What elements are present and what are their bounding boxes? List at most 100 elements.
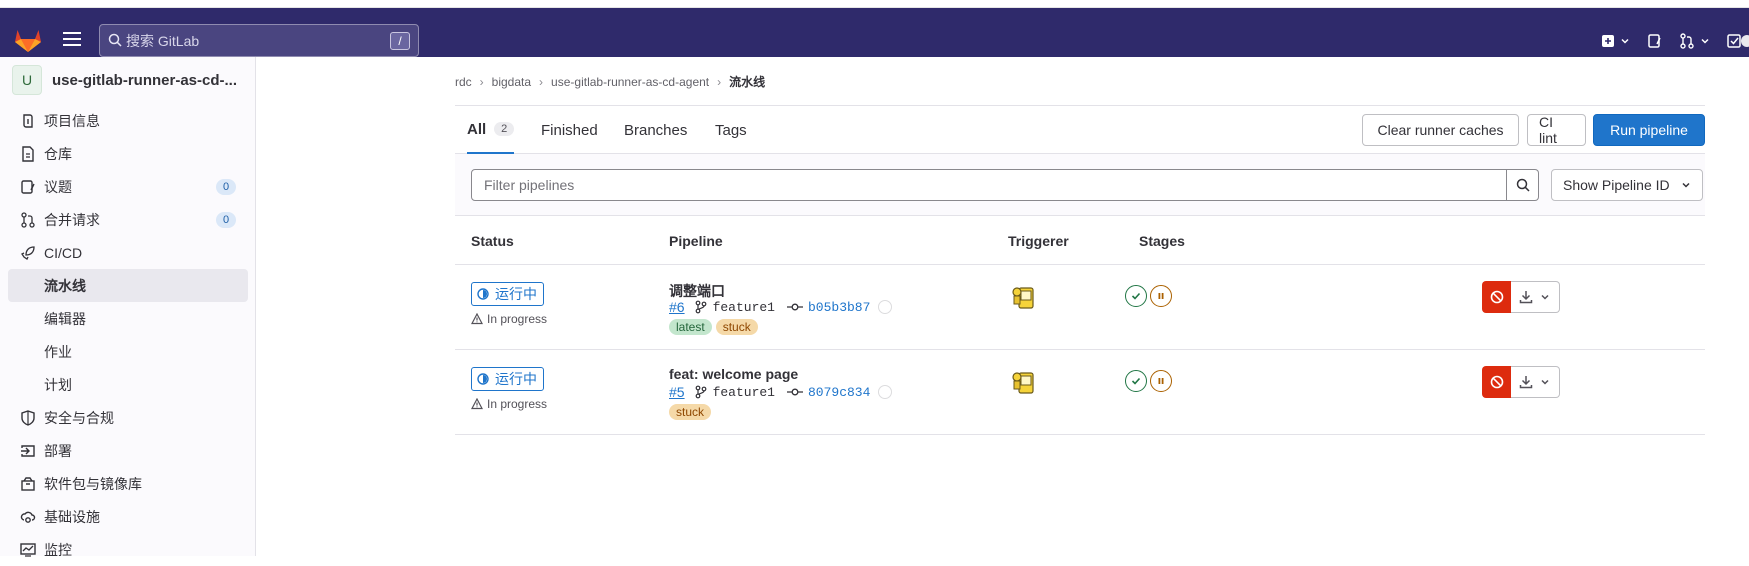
status-running-icon — [477, 373, 489, 385]
chevron-right-icon: › — [539, 74, 544, 89]
merge-requests-count-badge: 0 — [216, 212, 236, 228]
stage-passed-icon[interactable] — [1125, 285, 1147, 307]
breadcrumb-item-subgroup[interactable]: bigdata — [492, 75, 531, 89]
in-progress-text: In progress — [471, 397, 547, 411]
sidebar-item-cicd[interactable]: CI/CD — [8, 236, 248, 269]
column-header-triggerer: Triggerer — [1008, 233, 1069, 249]
menu-icon[interactable] — [63, 32, 81, 46]
clear-runner-caches-button[interactable]: Clear runner caches — [1362, 114, 1519, 146]
breadcrumb-item-group[interactable]: rdc — [455, 75, 472, 89]
sidebar-item-label: 流水线 — [44, 277, 86, 294]
branch-name: feature1 — [712, 384, 775, 400]
search-shortcut: / — [390, 32, 410, 50]
download-artifacts-dropdown[interactable] — [1511, 281, 1560, 313]
package-icon — [20, 476, 36, 492]
sidebar-item-label: 监控 — [44, 541, 72, 558]
sidebar-item-schedules[interactable]: 计划 — [8, 368, 248, 401]
status-badge[interactable]: 运行中 — [471, 282, 544, 306]
stage-paused-icon[interactable] — [1150, 370, 1172, 392]
top-navbar: 搜索 GitLab / — [0, 8, 1749, 57]
run-pipeline-button[interactable]: Run pipeline — [1593, 114, 1705, 146]
sidebar-item-monitor[interactable]: 监控 — [8, 533, 248, 566]
tab-label: All — [467, 120, 487, 138]
new-dropdown-button[interactable] — [1601, 34, 1631, 48]
table-row: 运行中 In progress 调整端口 #6 feature1 b05b3b8… — [455, 266, 1705, 350]
sidebar-item-label: CI/CD — [44, 244, 83, 261]
ci-lint-button[interactable]: CI lint — [1527, 114, 1586, 146]
tab-tags[interactable]: Tags — [715, 106, 747, 154]
chevron-down-icon — [1541, 294, 1549, 300]
commit-sha[interactable]: b05b3b87 — [787, 299, 893, 315]
pipeline-labels: stuck — [669, 404, 715, 420]
commit-sha[interactable]: 8079c834 — [787, 385, 893, 400]
sidebar-item-editor[interactable]: 编辑器 — [8, 302, 248, 335]
sidebar-item-label: 软件包与镜像库 — [44, 475, 142, 492]
label-stuck: stuck — [669, 404, 712, 420]
pipeline-meta: #6 feature1 b05b3b87 — [669, 299, 893, 315]
document-icon — [20, 145, 36, 162]
sidebar-item-label: 安全与合规 — [44, 409, 114, 426]
breadcrumb: rdc › bigdata › use-gitlab-runner-as-cd-… — [455, 73, 765, 90]
show-pipeline-id-label: Show Pipeline ID — [1563, 177, 1670, 193]
pipeline-commit-title[interactable]: 调整端口 — [669, 281, 725, 301]
search-input[interactable]: 搜索 GitLab / — [99, 24, 419, 57]
sidebar-item-pipelines[interactable]: 流水线 — [8, 269, 248, 302]
sidebar-item-repository[interactable]: 仓库 — [8, 137, 248, 170]
issues-count-badge: 0 — [216, 179, 236, 195]
branch-name: feature1 — [712, 299, 775, 315]
sidebar-item-infrastructure[interactable]: 基础设施 — [8, 500, 248, 533]
search-icon — [1516, 178, 1530, 192]
breadcrumb-item-current[interactable]: 流水线 — [729, 73, 765, 90]
pipeline-meta: #5 feature1 8079c834 — [669, 384, 893, 400]
project-header[interactable]: U use-gitlab-runner-as-cd-... — [12, 65, 237, 95]
label-stuck: stuck — [715, 319, 758, 335]
pipeline-id-link[interactable]: #6 — [669, 299, 685, 315]
pipeline-commit-title[interactable]: feat: welcome page — [669, 366, 798, 382]
triggerer-avatar[interactable] — [1010, 282, 1040, 312]
tab-branches[interactable]: Branches — [624, 106, 687, 154]
sidebar-item-project-info[interactable]: 项目信息 — [8, 104, 248, 137]
branch-ref[interactable]: feature1 — [695, 385, 775, 400]
pipeline-stages — [1125, 370, 1175, 392]
left-sidebar: U use-gitlab-runner-as-cd-... 项目信息 仓库 议题… — [0, 57, 256, 558]
sidebar-item-merge-requests[interactable]: 合并请求 0 — [8, 203, 248, 236]
download-artifacts-dropdown[interactable] — [1511, 366, 1560, 398]
stage-passed-icon[interactable] — [1125, 370, 1147, 392]
sidebar-item-jobs[interactable]: 作业 — [8, 335, 248, 368]
chevron-down-icon — [1682, 182, 1690, 188]
filter-search-button[interactable] — [1507, 169, 1539, 201]
branch-icon — [695, 385, 706, 399]
todos-button[interactable] — [1727, 33, 1749, 49]
issues-shortcut-button[interactable] — [1647, 33, 1663, 49]
chevron-down-icon — [1621, 38, 1629, 44]
show-pipeline-id-dropdown[interactable]: Show Pipeline ID — [1551, 169, 1703, 201]
stage-paused-icon[interactable] — [1150, 285, 1172, 307]
tab-finished[interactable]: Finished — [541, 106, 598, 154]
status-badge[interactable]: 运行中 — [471, 367, 544, 391]
merge-requests-button[interactable] — [1679, 32, 1711, 49]
sidebar-item-packages[interactable]: 软件包与镜像库 — [8, 467, 248, 500]
pipeline-id-link[interactable]: #5 — [669, 384, 685, 400]
pipeline-actions — [1482, 366, 1560, 398]
warning-icon — [471, 313, 483, 325]
sidebar-item-label: 基础设施 — [44, 508, 100, 525]
copy-sha-icon[interactable] — [878, 300, 893, 314]
sidebar-item-issues[interactable]: 议题 0 — [8, 170, 248, 203]
tab-all[interactable]: All 2 — [467, 106, 515, 154]
plus-square-icon — [1602, 34, 1614, 47]
gitlab-logo-icon[interactable] — [14, 27, 42, 53]
copy-sha-icon[interactable] — [878, 385, 893, 399]
breadcrumb-item-project[interactable]: use-gitlab-runner-as-cd-agent — [551, 75, 709, 89]
filter-pipelines-input[interactable]: Filter pipelines — [471, 169, 1507, 201]
tab-label: Finished — [541, 121, 598, 139]
triggerer-avatar[interactable] — [1010, 367, 1040, 397]
sidebar-item-security[interactable]: 安全与合规 — [8, 401, 248, 434]
commit-sha-text: b05b3b87 — [808, 299, 871, 315]
chevron-down-icon — [1701, 38, 1709, 44]
sidebar-item-label: 项目信息 — [44, 112, 100, 129]
branch-ref[interactable]: feature1 — [695, 300, 775, 315]
cancel-pipeline-button[interactable] — [1482, 366, 1511, 398]
sidebar-item-label: 编辑器 — [44, 310, 86, 327]
cancel-pipeline-button[interactable] — [1482, 281, 1511, 313]
sidebar-item-deployments[interactable]: 部署 — [8, 434, 248, 467]
